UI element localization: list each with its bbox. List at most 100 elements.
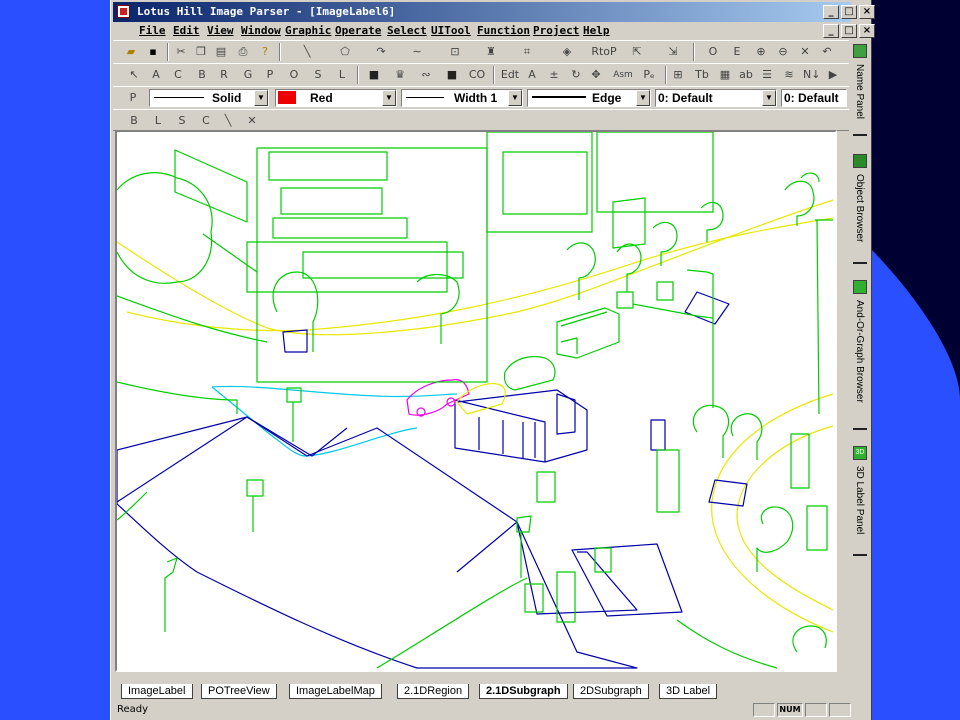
undo-icon[interactable]: ↶ bbox=[819, 44, 835, 60]
menu-graphic[interactable]: Graphic bbox=[285, 24, 331, 37]
nodes-icon[interactable]: ≋ bbox=[781, 67, 797, 83]
asm-button[interactable]: Asm bbox=[611, 67, 635, 83]
s-button[interactable]: S bbox=[175, 113, 189, 129]
plus-minus-icon[interactable]: ± bbox=[547, 67, 561, 83]
menu-project[interactable]: Project bbox=[533, 24, 579, 37]
o-button[interactable]: O bbox=[705, 44, 721, 60]
mdi-restore-button[interactable]: □ bbox=[841, 24, 857, 38]
stop-tool-icon[interactable]: ■ bbox=[445, 67, 459, 83]
pointer-alt-tool-icon[interactable]: ⇲ bbox=[665, 44, 681, 60]
help-icon[interactable]: ? bbox=[257, 44, 273, 60]
tab-2-1dsubgraph[interactable]: 2.1DSubgraph bbox=[479, 684, 568, 699]
label-g-icon[interactable]: G bbox=[241, 67, 255, 83]
label-c-icon[interactable]: C bbox=[171, 67, 185, 83]
menu-help[interactable]: Help bbox=[583, 24, 610, 37]
co-button[interactable]: CO bbox=[465, 67, 489, 83]
tab-3d-label[interactable]: 3D Label bbox=[659, 684, 718, 699]
menu-edit[interactable]: Edit bbox=[173, 24, 200, 37]
zoom-out-icon[interactable]: ⊖ bbox=[775, 44, 791, 60]
label-a-icon[interactable]: A bbox=[149, 67, 163, 83]
rect-point-tool-icon[interactable]: ⊡ bbox=[447, 44, 463, 60]
layer-combo-1[interactable]: 0: Default ▼ bbox=[655, 89, 777, 107]
chevron-down-icon[interactable]: ▼ bbox=[254, 90, 268, 106]
paste-icon[interactable]: ▤ bbox=[213, 44, 229, 60]
tab-2dsubgraph[interactable]: 2DSubgraph bbox=[573, 684, 649, 699]
tab-2-1dregion[interactable]: 2.1DRegion bbox=[397, 684, 470, 699]
polygon-tool-icon[interactable]: ⬠ bbox=[337, 44, 353, 60]
tools-icon[interactable]: ✕ bbox=[797, 44, 813, 60]
spline-tool-icon[interactable]: ∼ bbox=[409, 44, 425, 60]
chevron-down-icon[interactable]: ▼ bbox=[636, 90, 650, 106]
menu-view[interactable]: View bbox=[207, 24, 234, 37]
curve-tool-icon[interactable]: ↷ bbox=[373, 44, 389, 60]
crown-tool-icon[interactable]: ♛ bbox=[393, 67, 407, 83]
stamp-tool-icon[interactable]: ♜ bbox=[483, 44, 499, 60]
wave-tool-icon[interactable]: ∾ bbox=[419, 67, 433, 83]
name-panel-tab[interactable]: Name Panel bbox=[851, 42, 869, 136]
l-button[interactable]: L bbox=[151, 113, 165, 129]
width-combo[interactable]: Width 1 ▼ bbox=[401, 89, 523, 107]
fill-tool-icon[interactable]: ■ bbox=[367, 67, 381, 83]
maximize-button[interactable]: □ bbox=[841, 5, 857, 19]
edge-combo[interactable]: Edge ▼ bbox=[527, 89, 651, 107]
menu-window[interactable]: Window bbox=[241, 24, 281, 37]
copy-icon[interactable]: ❐ bbox=[193, 44, 209, 60]
table-icon[interactable]: ▦ bbox=[717, 67, 733, 83]
zoom-in-icon[interactable]: ⊕ bbox=[753, 44, 769, 60]
play-icon[interactable]: ▶ bbox=[825, 67, 841, 83]
line-style-combo[interactable]: Solid ▼ bbox=[149, 89, 269, 107]
label-l-icon[interactable]: L bbox=[335, 67, 349, 83]
menu-function[interactable]: Function bbox=[477, 24, 530, 37]
ab-button[interactable]: ab bbox=[737, 67, 755, 83]
close-button[interactable]: × bbox=[859, 5, 875, 19]
chevron-down-icon[interactable]: ▼ bbox=[508, 90, 522, 106]
minimize-button[interactable]: _ bbox=[823, 5, 839, 19]
annotation-drawing[interactable] bbox=[116, 131, 835, 670]
chevron-down-icon[interactable]: ▼ bbox=[382, 90, 396, 106]
tab-imagelabel[interactable]: ImageLabel bbox=[121, 684, 193, 699]
label-r-icon[interactable]: R bbox=[217, 67, 231, 83]
tab-imagelabelmap[interactable]: ImageLabelMap bbox=[289, 684, 382, 699]
e-button[interactable]: E bbox=[729, 44, 745, 60]
line-tool-icon[interactable]: ╲ bbox=[299, 44, 315, 60]
label-p-icon[interactable]: P bbox=[263, 67, 277, 83]
menu-file[interactable]: File bbox=[139, 24, 166, 37]
menu-uitool[interactable]: UITool bbox=[431, 24, 471, 37]
label-o-icon[interactable]: O bbox=[287, 67, 301, 83]
object-browser-tab[interactable]: Object Browser bbox=[851, 152, 869, 264]
rotate-icon[interactable]: ↻ bbox=[569, 67, 583, 83]
title-bar[interactable]: Lotus Hill Image Parser - [ImageLabel6] … bbox=[113, 2, 875, 22]
tb-button[interactable]: Tb bbox=[691, 67, 713, 83]
label-b-icon[interactable]: B bbox=[195, 67, 209, 83]
b-button[interactable]: B bbox=[127, 113, 141, 129]
mdi-minimize-button[interactable]: _ bbox=[823, 24, 839, 38]
line-mode-icon[interactable]: ╲ bbox=[221, 113, 235, 129]
image-canvas[interactable] bbox=[115, 130, 837, 672]
and-or-graph-browser-tab[interactable]: And-Or-Graph Browser bbox=[851, 278, 869, 430]
nl-icon[interactable]: N↓ bbox=[803, 67, 820, 83]
grid-icon[interactable]: ⊞ bbox=[671, 67, 685, 83]
menu-operate[interactable]: Operate bbox=[335, 24, 381, 37]
c-button[interactable]: C bbox=[199, 113, 213, 129]
save-icon[interactable]: ▪ bbox=[145, 44, 161, 60]
layer-combo-2[interactable]: 0: Default bbox=[781, 89, 847, 107]
mdi-close-button[interactable]: × bbox=[859, 24, 875, 38]
move-icon[interactable]: ✥ bbox=[589, 67, 603, 83]
tab-potreeview[interactable]: POTreeView bbox=[201, 684, 277, 699]
chevron-down-icon[interactable]: ▼ bbox=[762, 90, 776, 106]
color-combo[interactable]: Red ▼ bbox=[275, 89, 397, 107]
p-button[interactable]: P bbox=[125, 90, 141, 106]
rtop-button[interactable]: RtoP bbox=[587, 44, 621, 60]
crop-tool-icon[interactable]: ⌗ bbox=[519, 44, 535, 60]
delete-mode-icon[interactable]: ✕ bbox=[245, 113, 259, 129]
label-s-icon[interactable]: S bbox=[311, 67, 325, 83]
print-icon[interactable]: ⎙ bbox=[235, 44, 251, 60]
menu-select[interactable]: Select bbox=[387, 24, 427, 37]
layers-icon[interactable]: ☰ bbox=[759, 67, 775, 83]
eraser-tool-icon[interactable]: ◈ bbox=[559, 44, 575, 60]
label-3d-panel-tab[interactable]: 3D 3D Label Panel bbox=[851, 444, 869, 558]
cut-icon[interactable]: ✂ bbox=[173, 44, 189, 60]
pointer-tool-icon[interactable]: ⇱ bbox=[629, 44, 645, 60]
open-icon[interactable]: ▰ bbox=[123, 44, 139, 60]
edt-button[interactable]: Edt bbox=[499, 67, 521, 83]
